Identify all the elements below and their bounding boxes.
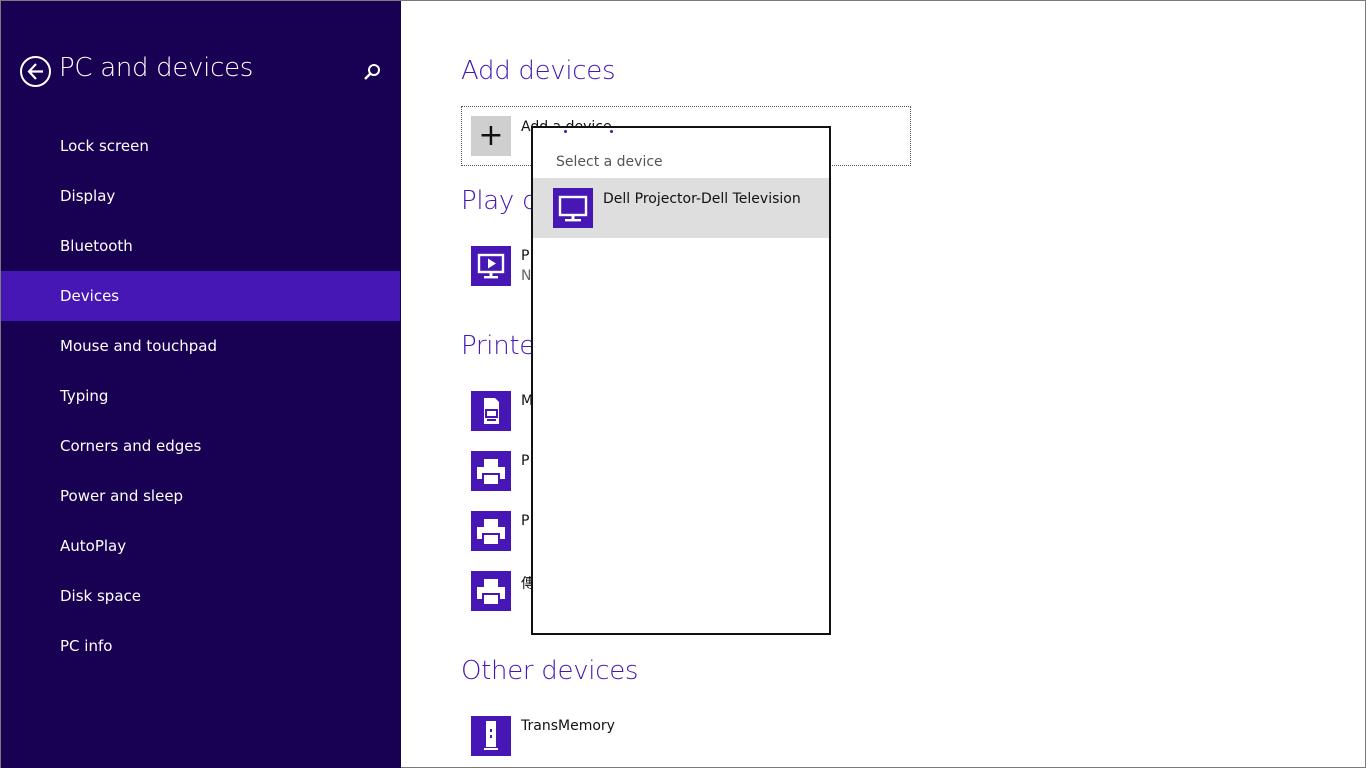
progress-dots bbox=[563, 130, 623, 136]
document-printer-icon bbox=[471, 391, 511, 431]
sidebar: PC and devices Lock screen Display Bluet… bbox=[1, 1, 401, 768]
media-player-icon bbox=[471, 246, 511, 286]
sidebar-item-autoplay[interactable]: AutoPlay bbox=[1, 521, 401, 571]
sidebar-item-lock-screen[interactable]: Lock screen bbox=[1, 121, 401, 171]
other-device-name: TransMemory bbox=[521, 718, 615, 734]
sidebar-item-typing[interactable]: Typing bbox=[1, 371, 401, 421]
flyout-title: Select a device bbox=[556, 154, 663, 170]
usb-drive-icon bbox=[471, 716, 511, 756]
printer-icon bbox=[471, 571, 511, 611]
flyout-device-label: Dell Projector-Dell Television bbox=[603, 191, 801, 207]
sidebar-item-power-and-sleep[interactable]: Power and sleep bbox=[1, 471, 401, 521]
sidebar-item-corners-and-edges[interactable]: Corners and edges bbox=[1, 421, 401, 471]
printer-name: P bbox=[521, 513, 530, 529]
printer-icon bbox=[471, 451, 511, 491]
flyout-device-item[interactable]: Dell Projector-Dell Television bbox=[533, 178, 829, 238]
printer-icon bbox=[471, 511, 511, 551]
search-icon bbox=[364, 64, 380, 80]
other-devices-heading: Other devices bbox=[461, 656, 639, 686]
play-device-status: N bbox=[521, 268, 532, 284]
search-button[interactable] bbox=[361, 61, 383, 83]
add-devices-heading: Add devices bbox=[461, 56, 616, 86]
sidebar-item-pc-info[interactable]: PC info bbox=[1, 621, 401, 671]
nav-list: Lock screen Display Bluetooth Devices Mo… bbox=[1, 121, 401, 671]
plus-icon: + bbox=[478, 118, 504, 153]
printer-name: P bbox=[521, 453, 530, 469]
back-button[interactable] bbox=[20, 56, 51, 87]
sidebar-item-disk-space[interactable]: Disk space bbox=[1, 571, 401, 621]
sidebar-item-display[interactable]: Display bbox=[1, 171, 401, 221]
back-arrow-icon bbox=[27, 63, 43, 80]
sidebar-item-bluetooth[interactable]: Bluetooth bbox=[1, 221, 401, 271]
page-title: PC and devices bbox=[59, 53, 254, 83]
add-tile: + bbox=[471, 116, 511, 156]
sidebar-item-devices[interactable]: Devices bbox=[1, 271, 400, 321]
select-device-flyout: Select a device Dell Projector-Dell Tele… bbox=[531, 126, 831, 635]
sidebar-item-mouse-and-touchpad[interactable]: Mouse and touchpad bbox=[1, 321, 401, 371]
monitor-icon bbox=[553, 188, 593, 228]
play-device-name: P bbox=[521, 248, 530, 264]
